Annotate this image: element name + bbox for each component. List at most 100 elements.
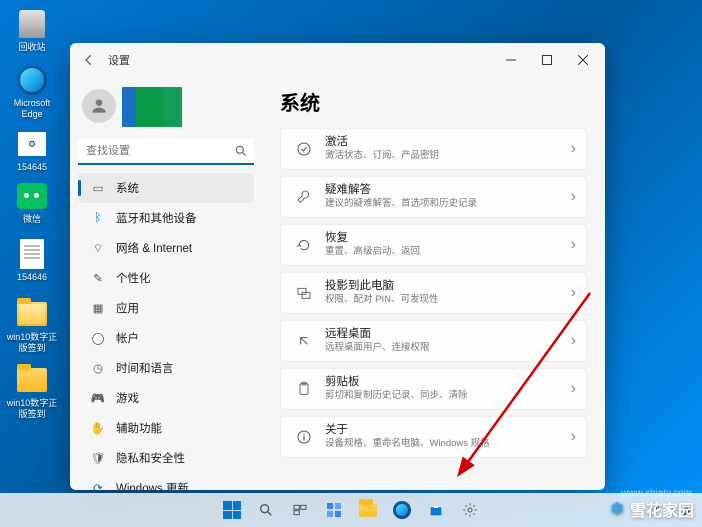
card-title: 剪贴板 [325, 376, 571, 390]
clipboard-icon [293, 381, 315, 397]
window-title: 设置 [108, 52, 130, 68]
folder-open-icon [16, 298, 48, 330]
shield-icon: 🛡 [90, 451, 106, 465]
taskbar-settings[interactable] [455, 495, 485, 525]
card-about[interactable]: 关于设备规格、重命名电脑、Windows 规格 › [280, 416, 587, 458]
search-wrap [78, 139, 254, 165]
nav-label: 系统 [116, 180, 139, 196]
nav-label: 隐私和安全性 [116, 450, 185, 466]
nav-item-apps[interactable]: ▦应用 [78, 293, 254, 323]
windows-logo-icon [223, 501, 241, 519]
folder-icon [359, 503, 377, 517]
maximize-button[interactable] [529, 46, 565, 74]
nav-item-gaming[interactable]: 🎮游戏 [78, 383, 254, 413]
card-clipboard[interactable]: 剪贴板剪切和复制历史记录、同步、清除 › [280, 368, 587, 410]
search-icon [234, 144, 248, 158]
nav-item-privacy[interactable]: 🛡 隐私和安全性 [78, 443, 254, 473]
apps-icon: ▦ [90, 301, 106, 315]
tray-volume-icon[interactable]: 🔊 [682, 505, 694, 516]
card-subtitle: 权限、配对 PIN、可发现性 [325, 294, 571, 305]
user-account-row[interactable] [78, 81, 254, 137]
card-activation[interactable]: 激活激活状态、订阅、产品密钥 › [280, 128, 587, 170]
wrench-icon [293, 189, 315, 205]
sidebar: ▭ 系统 ᛒ 蓝牙和其他设备 ⌔ 网络 & Internet ✎ 个性化 ▦应用 ◯帐户… [70, 77, 262, 490]
nav-item-windows-update[interactable]: ⟳Windows 更新 [78, 473, 254, 490]
card-title: 关于 [325, 424, 571, 438]
nav-label: 个性化 [116, 270, 151, 286]
taskbar-widgets[interactable] [319, 495, 349, 525]
display-icon: ▭ [90, 181, 106, 195]
card-subtitle: 激活状态、订阅、产品密钥 [325, 150, 571, 161]
tray-network-icon[interactable]: ⌔ [666, 504, 675, 517]
wifi-icon: ⌔ [90, 241, 106, 256]
card-title: 投影到此电脑 [325, 280, 571, 294]
desktop-icon-edge[interactable]: Microsoft Edge [6, 62, 58, 120]
nav-item-accounts[interactable]: ◯帐户 [78, 323, 254, 353]
chevron-right-icon: › [571, 380, 576, 398]
card-troubleshoot[interactable]: 疑难解答建议的疑难解答、首选项和历史记录 › [280, 176, 587, 218]
card-subtitle: 建议的疑难解答、首选项和历史记录 [325, 198, 571, 209]
taskbar: ^ ⌔ 🔊 [0, 493, 702, 527]
card-title: 激活 [325, 136, 571, 150]
gear-icon [462, 502, 478, 518]
desktop-icon-wechat[interactable]: 微信 [6, 178, 58, 225]
card-title: 远程桌面 [325, 328, 571, 342]
card-recovery[interactable]: 恢复重置、高级启动、返回 › [280, 224, 587, 266]
brush-icon: ✎ [90, 271, 106, 285]
nav-item-network[interactable]: ⌔ 网络 & Internet [78, 233, 254, 263]
person-icon [89, 96, 109, 116]
desktop-icon-settings-file[interactable]: ⚙ 154645 [6, 126, 58, 173]
desktop-icon-folder-open[interactable]: win10数字正版签到 [6, 296, 58, 354]
back-button[interactable] [74, 45, 104, 75]
content-pane: 系统 激活激活状态、订阅、产品密钥 › 疑难解答建议的疑难解答、首选项和历史记录… [262, 77, 605, 490]
desktop-icon-label: win10数字正版签到 [6, 398, 58, 420]
avatar [82, 89, 116, 123]
system-tray[interactable]: ^ ⌔ 🔊 [655, 504, 694, 517]
nav-label: 网络 & Internet [116, 240, 192, 256]
nav-label: 蓝牙和其他设备 [116, 210, 197, 226]
taskbar-search[interactable] [251, 495, 281, 525]
nav-item-bluetooth[interactable]: ᛒ 蓝牙和其他设备 [78, 203, 254, 233]
desktop-icon-folder[interactable]: win10数字正版签到 [6, 362, 58, 420]
nav-item-accessibility[interactable]: ✋ 辅助功能 [78, 413, 254, 443]
wechat-icon [16, 180, 48, 212]
taskbar-store[interactable] [421, 495, 451, 525]
search-input[interactable] [78, 139, 254, 165]
close-button[interactable] [565, 46, 601, 74]
nav-item-system[interactable]: ▭ 系统 [78, 173, 254, 203]
nav-label: 辅助功能 [116, 420, 162, 436]
nav-label: 时间和语言 [116, 360, 174, 376]
page-title: 系统 [280, 87, 587, 116]
edge-icon [393, 501, 411, 519]
taskview-icon [292, 502, 308, 518]
taskbar-taskview[interactable] [285, 495, 315, 525]
remote-desktop-icon [293, 333, 315, 349]
store-icon [428, 502, 444, 518]
card-remote-desktop[interactable]: 远程桌面远程桌面用户、连接权限 › [280, 320, 587, 362]
nav-item-time-language[interactable]: ◷时间和语言 [78, 353, 254, 383]
desktop-icon-label: 154646 [6, 272, 58, 283]
arrow-left-icon [82, 53, 96, 67]
chevron-right-icon: › [571, 332, 576, 350]
desktop-icon-label: 微信 [6, 214, 58, 225]
tray-chevron-icon[interactable]: ^ [655, 505, 660, 516]
desktop-icon-label: win10数字正版签到 [6, 332, 58, 354]
desktop-icon-recycle-bin[interactable]: 回收站 [6, 6, 58, 53]
taskbar-explorer[interactable] [353, 495, 383, 525]
info-icon [293, 429, 315, 445]
maximize-icon [542, 55, 552, 65]
text-file-icon [16, 238, 48, 270]
widgets-icon [326, 502, 342, 518]
desktop-icon-textfile[interactable]: 154646 [6, 236, 58, 283]
desktop-icon-label: Microsoft Edge [6, 98, 58, 120]
start-button[interactable] [217, 495, 247, 525]
window-titlebar: 设置 [70, 43, 605, 77]
nav-item-personalization[interactable]: ✎ 个性化 [78, 263, 254, 293]
bluetooth-icon: ᛒ [90, 212, 106, 224]
card-subtitle: 远程桌面用户、连接权限 [325, 342, 571, 353]
minimize-button[interactable] [493, 46, 529, 74]
taskbar-edge[interactable] [387, 495, 417, 525]
card-project[interactable]: 投影到此电脑权限、配对 PIN、可发现性 › [280, 272, 587, 314]
accessibility-icon: ✋ [90, 421, 106, 435]
nav-label: 帐户 [116, 330, 139, 346]
